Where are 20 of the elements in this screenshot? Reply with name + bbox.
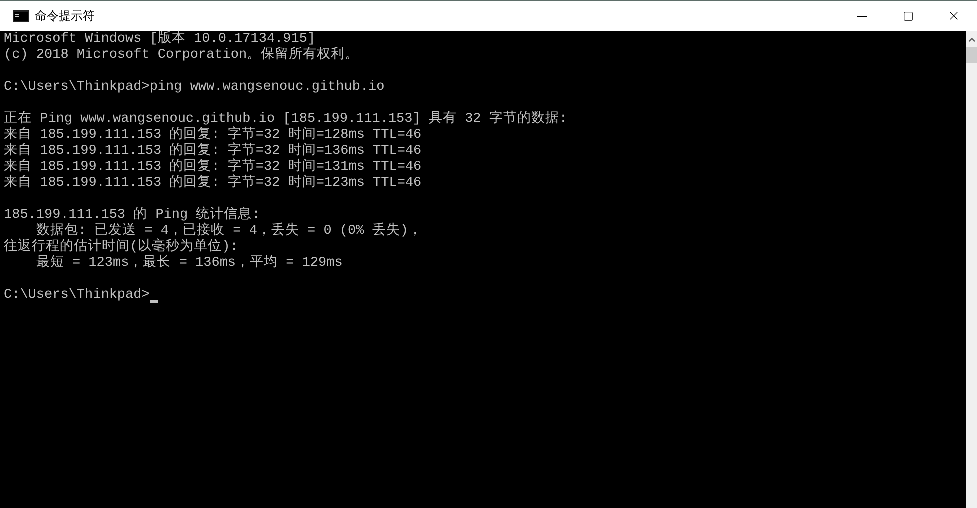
text-cursor [150, 300, 158, 303]
console-line: 185.199.111.153 的 Ping 统计信息: [4, 208, 260, 223]
console-line: 来自 185.199.111.153 的回复: 字节=32 时间=128ms TTL=46 [4, 128, 422, 143]
scrollbar-thumb[interactable] [966, 47, 977, 63]
scroll-up-icon [966, 35, 976, 45]
console-line: 来自 185.199.111.153 的回复: 字节=32 时间=131ms TTL=46 [4, 160, 422, 175]
console-line: 正在 Ping www.wangsenouc.github.io [185.199.111.153] 具有 32 字节的数据: [4, 112, 568, 127]
console-line: Microsoft Windows [版本 10.0.17134.915] [4, 32, 316, 47]
console-line: (c) 2018 Microsoft Corporation。保留所有权利。 [4, 48, 360, 64]
console-line: 数据包: 已发送 = 4，已接收 = 4，丢失 = 0 (0% 丢失)， [35, 224, 422, 239]
console-line: 最短 = 123ms，最长 = 136ms，平均 = 129ms [35, 256, 343, 272]
console-line: C:\Users\Thinkpad>ping www.wangsenouc.github.io [4, 80, 385, 96]
window-title: 命令提示符 [35, 8, 95, 25]
maximize-icon [902, 10, 914, 22]
console-line: 往返行程的估计时间(以毫秒为单位): [4, 240, 238, 255]
console-line: 来自 185.199.111.153 的回复: 字节=32 时间=136ms TTL=46 [4, 144, 422, 159]
console-app-icon [13, 10, 29, 22]
console-line: 来自 185.199.111.153 的回复: 字节=32 时间=123ms TTL=46 [4, 176, 422, 192]
scrollbar[interactable] [966, 31, 977, 508]
console-prompt: C:\Users\Thinkpad> [4, 288, 150, 304]
